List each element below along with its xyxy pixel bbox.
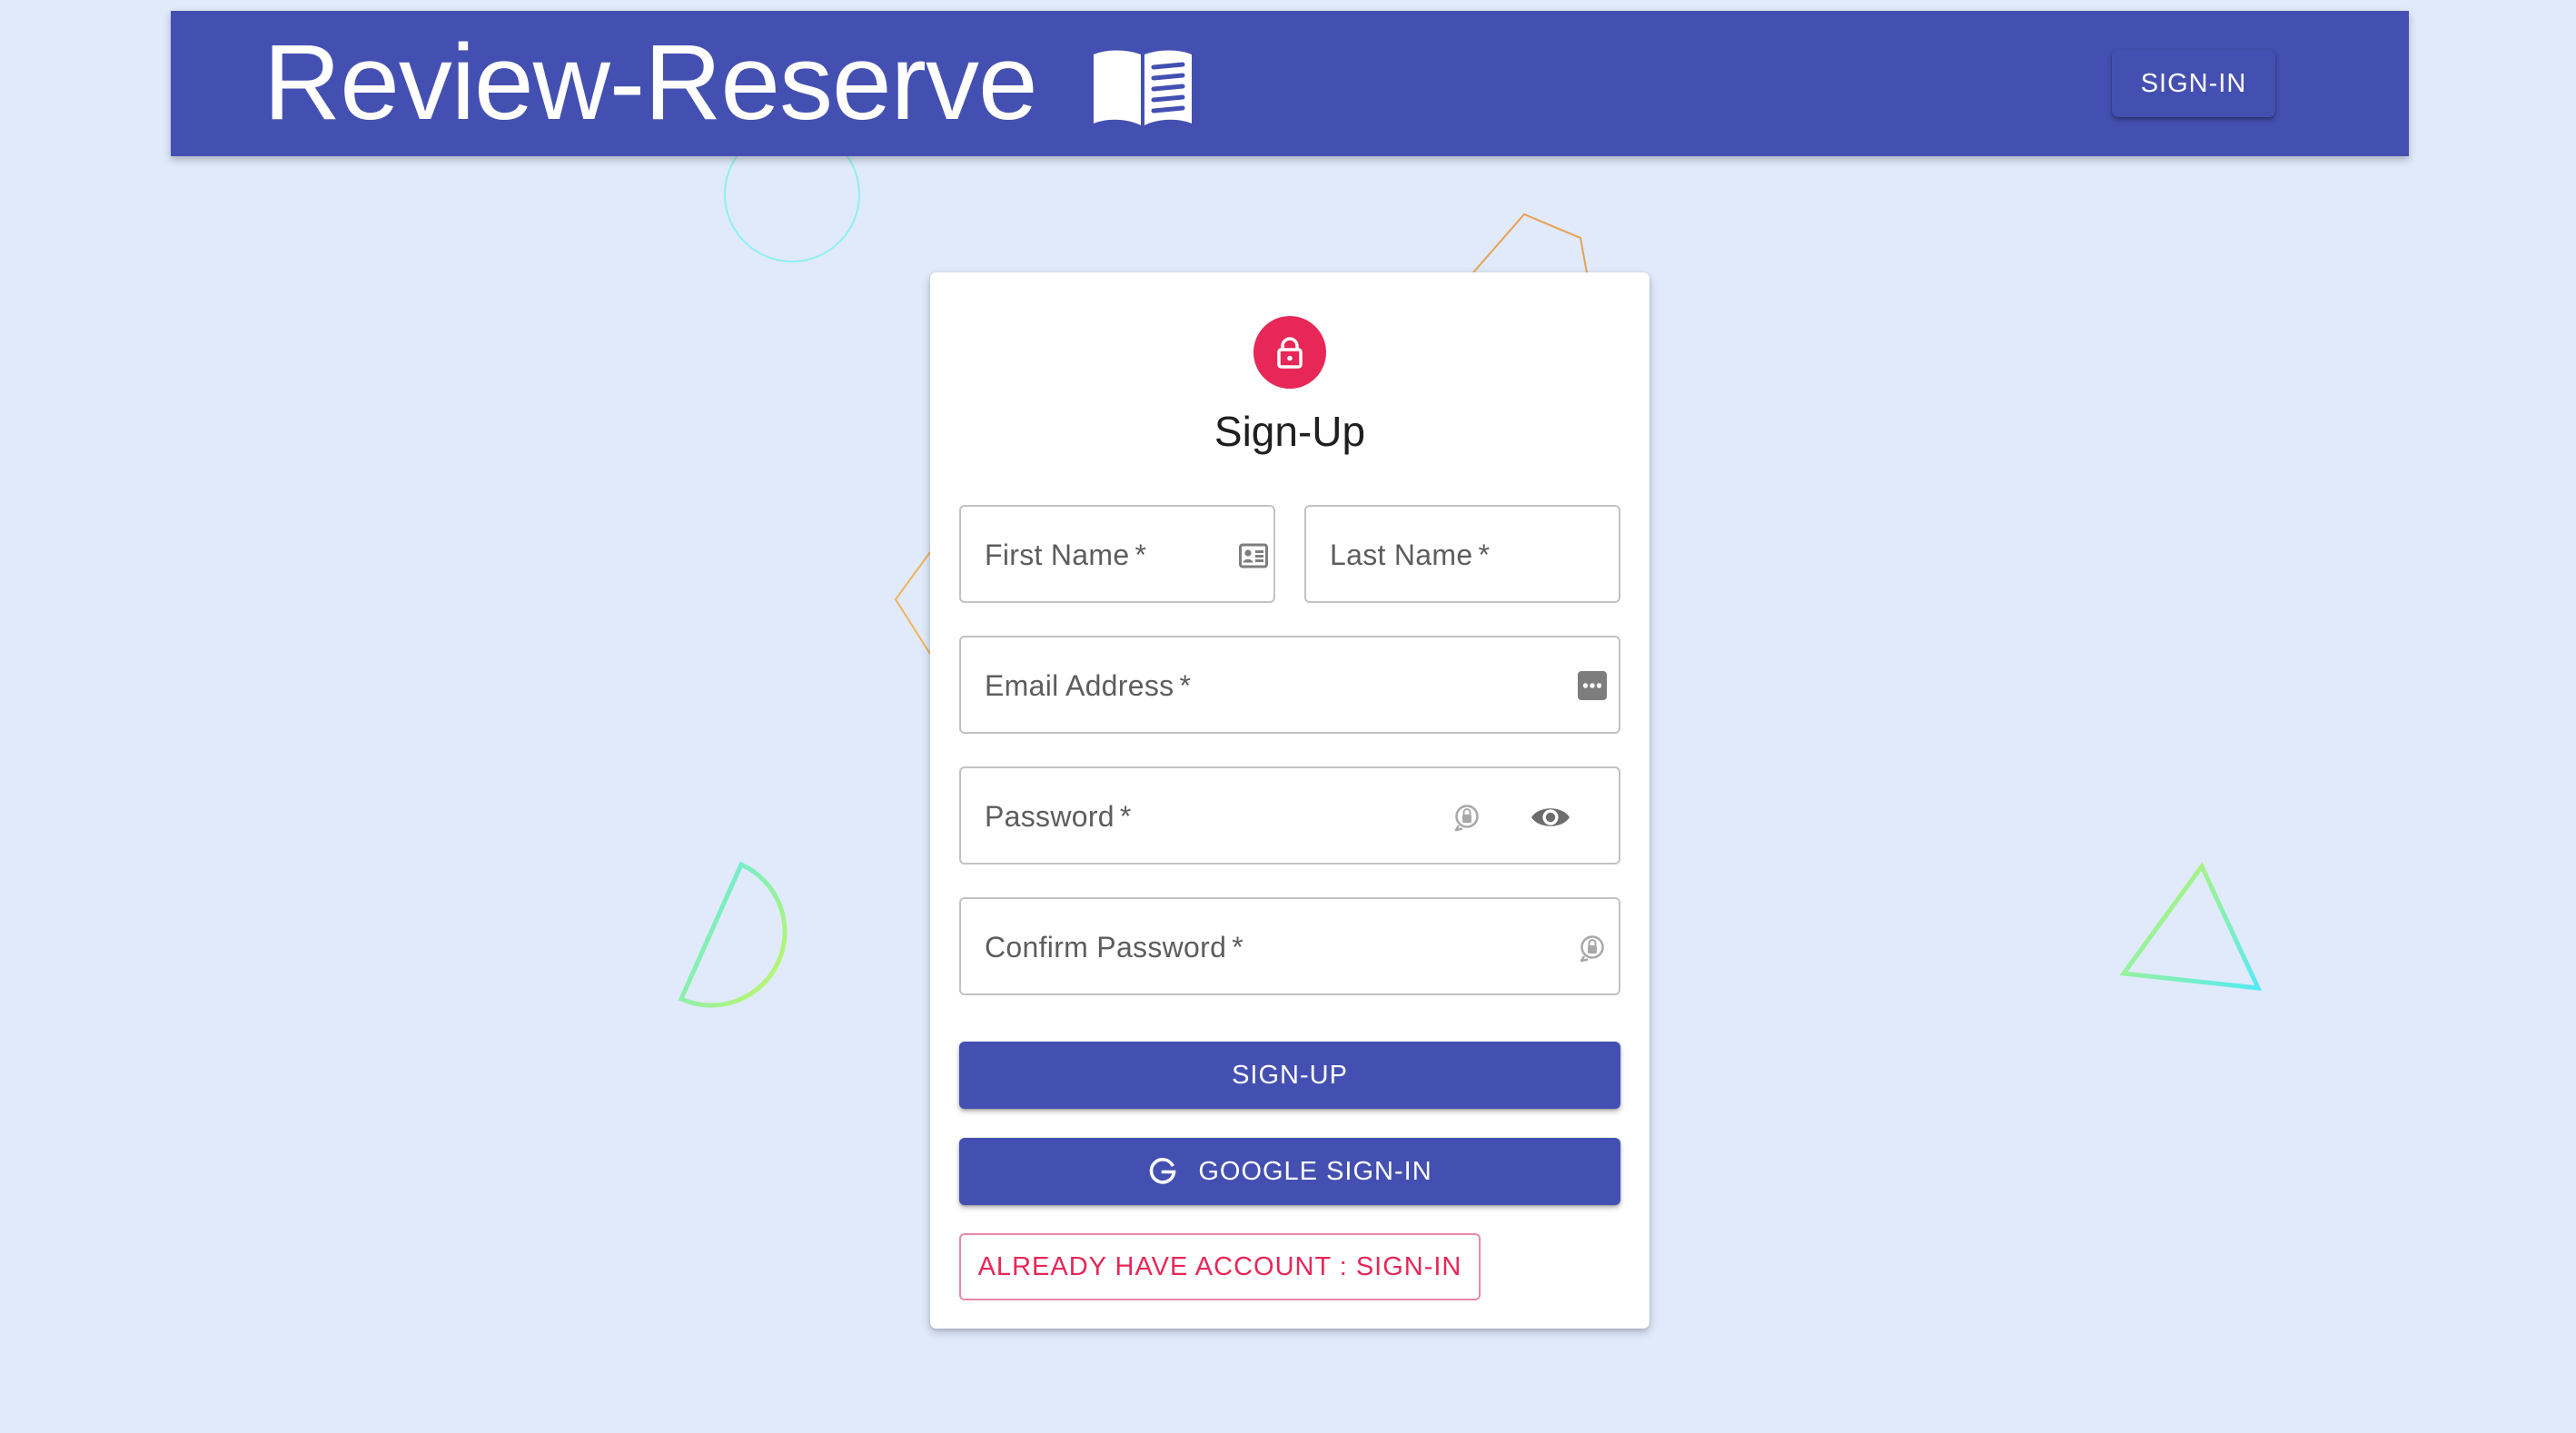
- password-key-icon: [1579, 934, 1606, 963]
- password-label: Password *: [985, 800, 1132, 833]
- lock-icon: [1277, 337, 1303, 369]
- decorative-triangle: [2119, 862, 2263, 991]
- open-book-icon: [1093, 50, 1192, 125]
- confirm-password-field[interactable]: Confirm Password *: [959, 897, 1620, 995]
- decorative-circle: [724, 126, 860, 262]
- app-header: Review-Reserve SIGN-IN: [171, 11, 2409, 156]
- decorative-half-circle: [678, 861, 788, 1008]
- brand: Review-Reserve: [263, 24, 1195, 142]
- password-key-icon: [1453, 803, 1481, 832]
- last-name-label: Last Name *: [1330, 539, 1491, 571]
- password-field[interactable]: Password *: [959, 766, 1620, 865]
- signup-button-label: SIGN-UP: [1232, 1060, 1348, 1090]
- google-signin-button[interactable]: GOOGLE SIGN-IN: [959, 1138, 1620, 1205]
- email-label: Email Address *: [985, 669, 1192, 702]
- more-dots-icon: [1577, 670, 1608, 701]
- header-signin-button[interactable]: SIGN-IN: [2112, 50, 2275, 117]
- brand-title: Review-Reserve: [263, 23, 1038, 143]
- already-have-account-label: ALREADY HAVE ACCOUNT : SIGN-IN: [977, 1251, 1462, 1281]
- signup-card: Sign-Up First Name * Last Name * Email Add…: [930, 272, 1650, 1329]
- first-name-label: First Name *: [985, 539, 1147, 571]
- lock-avatar: [1253, 316, 1326, 389]
- confirm-password-label: Confirm Password *: [985, 931, 1243, 964]
- first-name-field[interactable]: First Name *: [959, 505, 1275, 603]
- google-g-icon: [1150, 1158, 1176, 1184]
- already-have-account-button[interactable]: ALREADY HAVE ACCOUNT : SIGN-IN: [959, 1233, 1481, 1300]
- contact-card-icon: [1239, 543, 1268, 568]
- email-field[interactable]: Email Address *: [959, 636, 1620, 734]
- signup-button[interactable]: SIGN-UP: [959, 1042, 1620, 1109]
- eye-icon[interactable]: [1530, 801, 1571, 834]
- google-signin-label: GOOGLE SIGN-IN: [1198, 1156, 1432, 1186]
- last-name-field[interactable]: Last Name *: [1304, 505, 1620, 603]
- page-title: Sign-Up: [1214, 408, 1366, 455]
